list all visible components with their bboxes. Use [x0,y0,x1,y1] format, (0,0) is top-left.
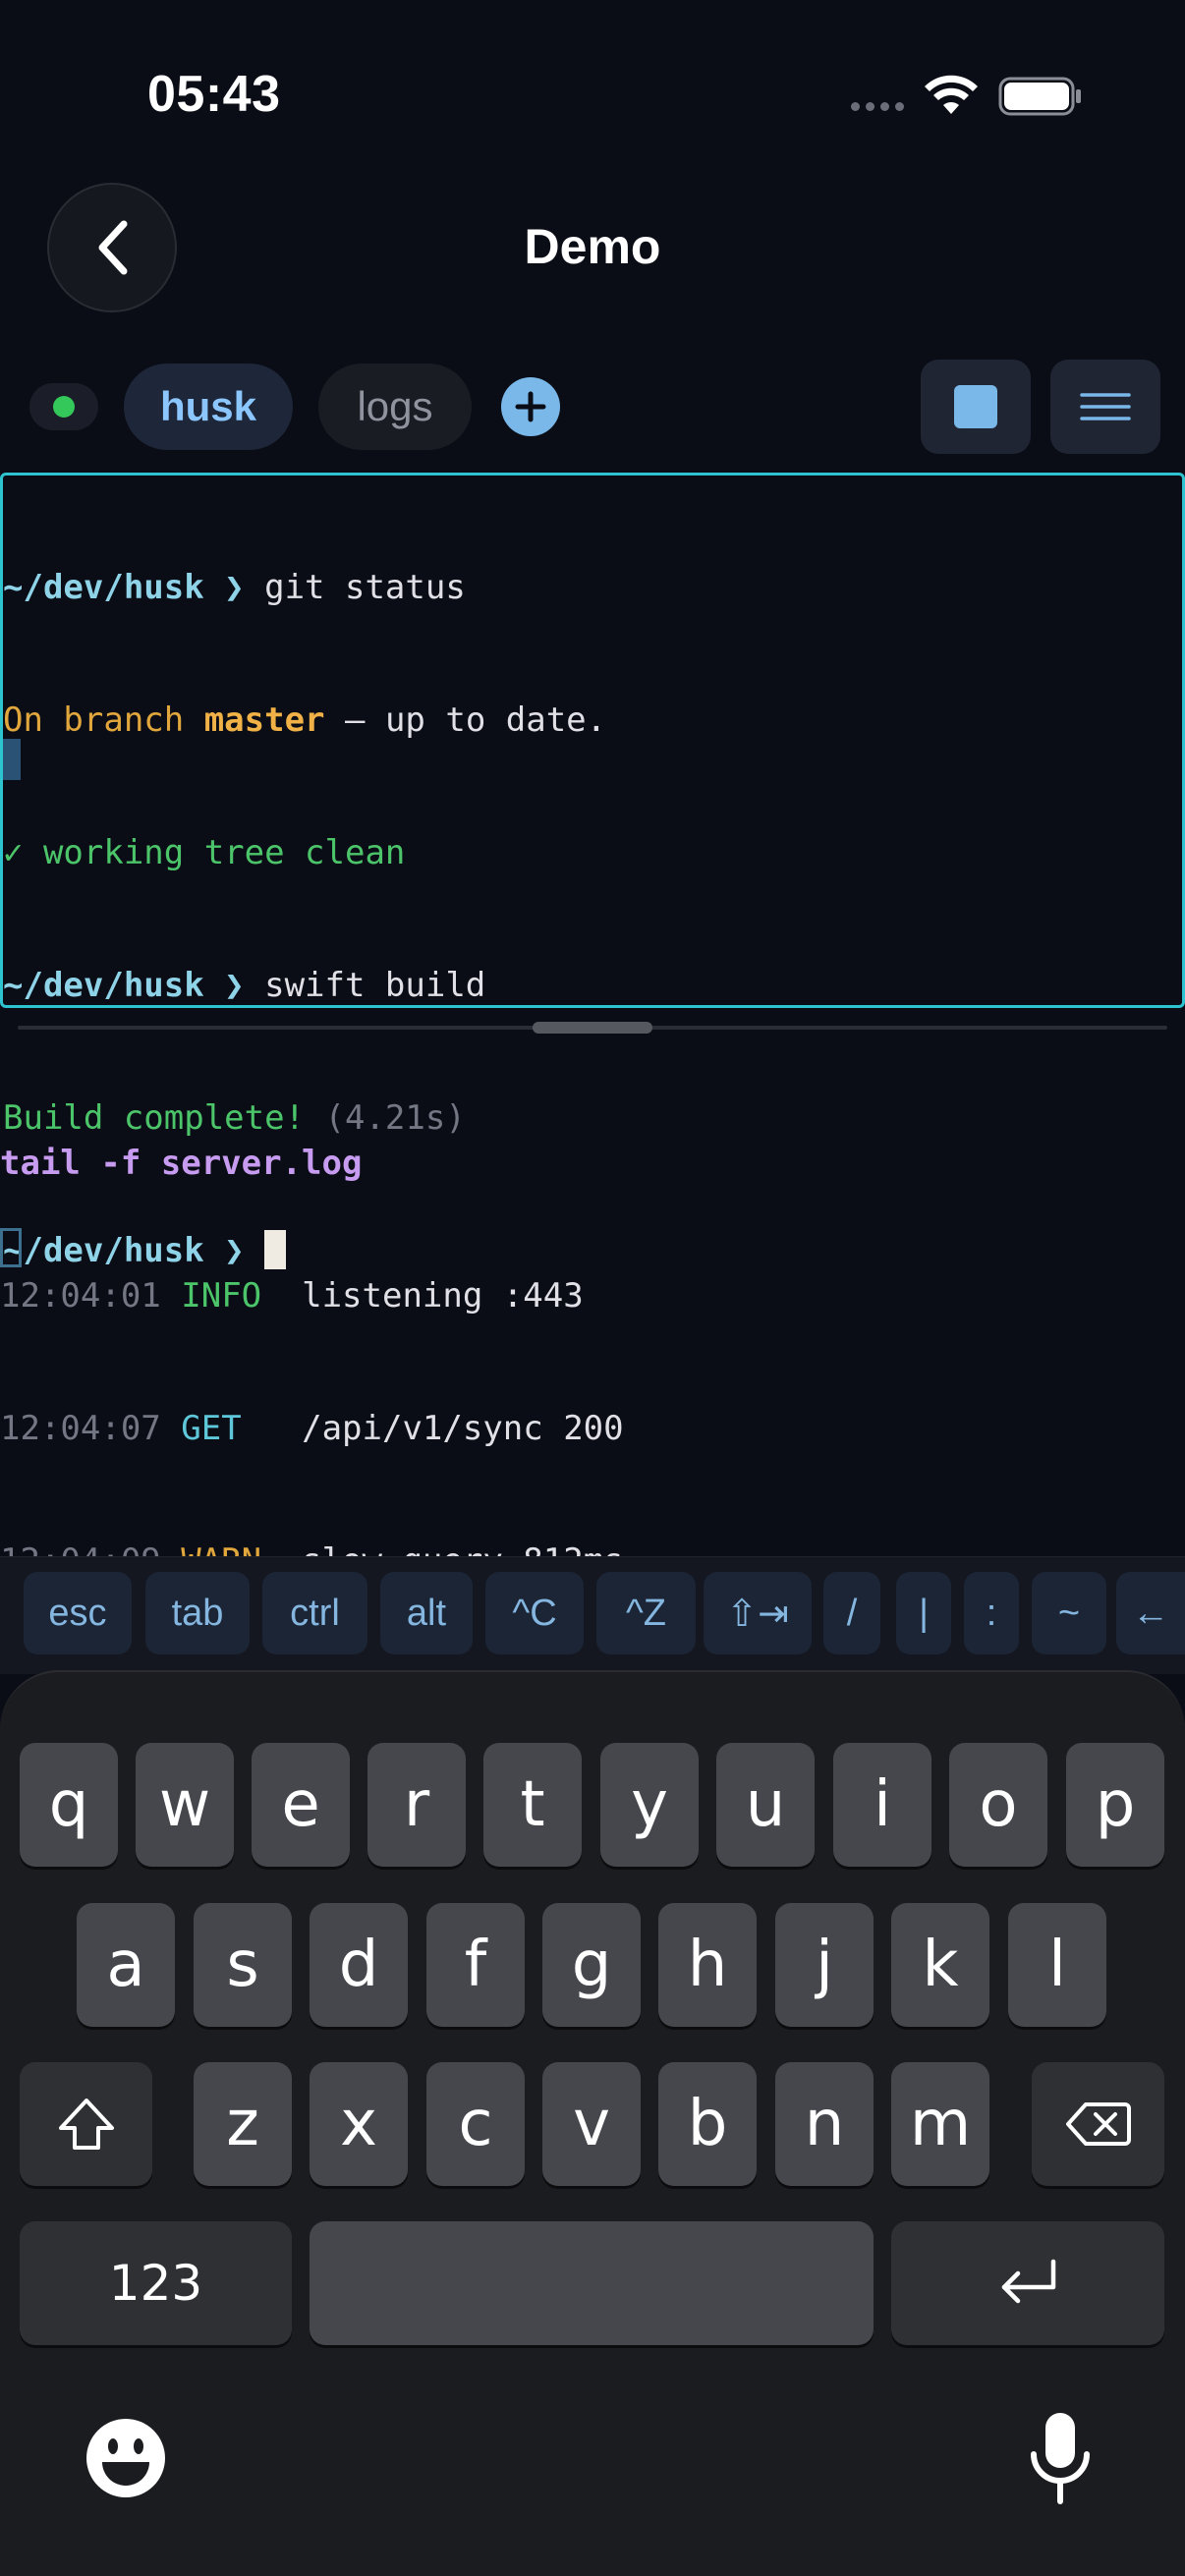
key-i[interactable]: i [833,1743,931,1867]
shift-key[interactable] [20,2062,152,2186]
split-pane-button[interactable] [921,360,1031,454]
branch-name: master [203,700,325,740]
key-h[interactable]: h [658,1903,757,2027]
output-text: On branch [3,700,204,740]
key-y[interactable]: y [600,1743,699,1867]
selection-marker [3,739,21,780]
log-row: 12:04:01 INFO listening :443 [0,1274,1185,1318]
key-tilde[interactable]: ~ [1032,1572,1106,1654]
terminal-line: ~/dev/husk ❯ swift build [3,964,1182,1008]
status-dot [53,396,75,418]
space-key[interactable] [310,2221,874,2345]
log-time: 12:04:01 [0,1276,161,1316]
shift-arrow-icon [58,2099,114,2150]
key-n[interactable]: n [775,2062,874,2186]
shell-prompt: ~/dev/husk ❯ [3,966,245,1005]
key-colon[interactable]: : [964,1572,1019,1654]
key-alt[interactable]: alt [380,1572,473,1654]
microphone-icon[interactable] [1026,2411,1095,2505]
shell-prompt: ~/dev/husk ❯ [3,568,245,607]
log-level: INFO [181,1276,262,1316]
key-m[interactable]: m [891,2062,989,2186]
add-tab-button[interactable] [501,377,560,436]
terminal-pane-active[interactable]: ~/dev/husk ❯ git status On branch master… [0,473,1185,1270]
hamburger-menu-icon [1080,393,1131,420]
key-l[interactable]: l [1008,1903,1106,2027]
key-esc[interactable]: esc [24,1572,132,1654]
key-v[interactable]: v [542,2062,641,2186]
key-q[interactable]: q [20,1743,118,1867]
log-command: tail -f server.log [0,1144,363,1183]
key-t[interactable]: t [483,1743,582,1867]
key-r[interactable]: r [367,1743,466,1867]
tab-husk[interactable]: husk [124,364,293,450]
key-z[interactable]: z [194,2062,292,2186]
key-c[interactable]: c [426,2062,525,2186]
backspace-icon [1065,2102,1131,2146]
output-text: — up to date. [324,700,607,740]
log-row: 12:04:07 GET /api/v1/sync 200 [0,1407,1185,1451]
key-pipe[interactable]: | [896,1572,951,1654]
key-x[interactable]: x [310,2062,408,2186]
page-title: Demo [524,219,661,274]
key-p[interactable]: p [1066,1743,1164,1867]
key-f[interactable]: f [426,1903,525,2027]
key-tab[interactable]: tab [145,1572,250,1654]
shell-command: git status [244,568,466,607]
numbers-key[interactable]: 123 [20,2221,292,2345]
key-ctrl[interactable]: ctrl [262,1572,367,1654]
battery-icon [998,77,1081,116]
terminal-line: ~/dev/husk ❯ git status [3,566,1182,610]
key-s[interactable]: s [194,1903,292,2027]
key-a[interactable]: a [77,1903,175,2027]
key-e[interactable]: e [252,1743,350,1867]
key-ctrl-c[interactable]: ^C [485,1572,584,1654]
plus-icon [515,391,546,422]
terminal-pane[interactable]: tail -f server.log 12:04:01 INFO listeni… [0,1053,1185,1581]
terminal-line: On branch master — up to date. [3,699,1182,743]
terminal-line: ✓ working tree clean [3,833,406,872]
cellular-signal-icon [851,102,904,111]
key-k[interactable]: k [891,1903,989,2027]
key-slash[interactable]: / [823,1572,880,1654]
log-time: 12:04:07 [0,1409,161,1448]
log-level: GET [181,1409,242,1448]
key-o[interactable]: o [949,1743,1047,1867]
tab-logs[interactable]: logs [318,364,472,450]
key-ctrl-z[interactable]: ^Z [596,1572,696,1654]
key-w[interactable]: w [136,1743,234,1867]
key-left-arrow[interactable]: ← [1116,1572,1185,1654]
key-g[interactable]: g [542,1903,641,2027]
wifi-icon [925,75,978,114]
pane-resize-handle[interactable] [533,1022,652,1034]
key-d[interactable]: d [310,1903,408,2027]
key-j[interactable]: j [775,1903,874,2027]
shell-command: swift build [244,966,486,1005]
log-message: /api/v1/sync 200 [302,1409,624,1448]
return-key[interactable] [891,2221,1164,2345]
return-arrow-icon [1001,2259,1056,2304]
log-message: listening :443 [302,1276,584,1316]
key-u[interactable]: u [716,1743,815,1867]
status-time: 05:43 [147,66,281,123]
key-b[interactable]: b [658,2062,757,2186]
delete-key[interactable] [1032,2062,1164,2186]
square-icon [954,385,997,428]
connection-status-indicator [29,383,98,430]
menu-button[interactable] [1050,360,1160,454]
text-cursor-inactive [0,1228,22,1267]
key-shift-tab[interactable]: ⇧⇥ [704,1572,812,1654]
emoji-icon[interactable] [85,2417,167,2499]
